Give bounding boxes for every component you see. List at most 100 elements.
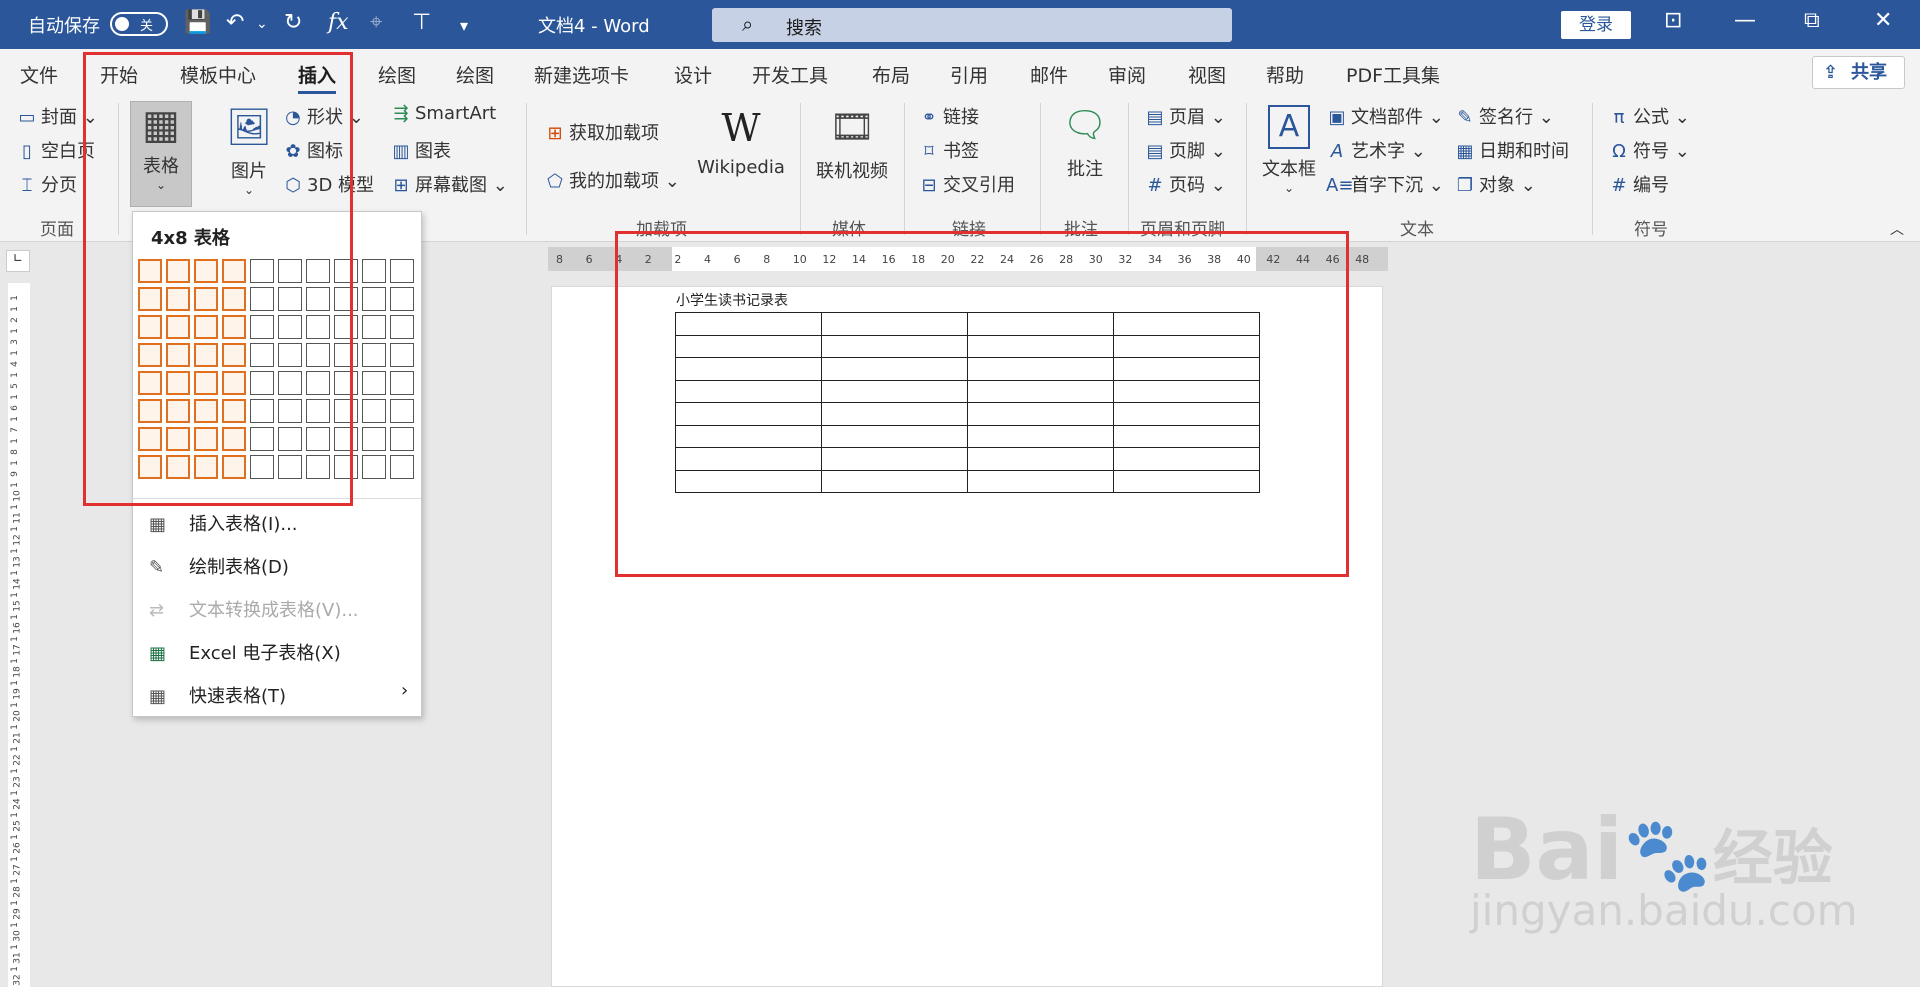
object-button[interactable]: ❐ 对象 ⌄	[1454, 171, 1536, 197]
excel-table-item[interactable]: ▦ Excel 电子表格(X)	[149, 639, 341, 665]
header-label: 页眉	[1169, 107, 1205, 128]
ribbon-display-icon[interactable]: ⊡	[1664, 8, 1682, 33]
vruler-tick-label: 6	[9, 405, 20, 411]
undo-icon[interactable]: ↶	[226, 10, 244, 35]
tab-layout[interactable]: 布局	[872, 61, 910, 88]
dropcap-button[interactable]: A≡首字下沉 ⌄	[1326, 171, 1444, 197]
grid-cell[interactable]	[362, 399, 386, 423]
quick-table-icon: ▦	[149, 686, 167, 707]
equation-label: 公式	[1633, 107, 1669, 128]
signature-line-button[interactable]: ✎ 签名行 ⌄	[1454, 103, 1553, 129]
wordart-button[interactable]: 𝘈 艺术字 ⌄	[1326, 137, 1426, 163]
tab-draw-1[interactable]: 绘图	[378, 61, 416, 88]
draw-table-icon: ✎	[149, 557, 165, 578]
get-addins-button[interactable]: ⊞ 获取加载项	[544, 119, 659, 145]
vruler-tick-label: 10	[12, 490, 23, 502]
text-to-table-item[interactable]: ⇄ 文本转换成表格(V)...	[149, 596, 359, 622]
footer-button[interactable]: ▤ 页脚 ⌄	[1144, 137, 1225, 163]
link-button[interactable]: ⚭ 链接	[918, 103, 979, 129]
grid-cell[interactable]	[390, 427, 414, 451]
number-button[interactable]: # 编号	[1608, 171, 1669, 197]
smartart-button[interactable]: ⇶ SmartArt	[390, 103, 496, 124]
redo-icon[interactable]: ↻	[284, 10, 302, 35]
symbol-button[interactable]: Ω 符号 ⌄	[1608, 137, 1690, 163]
text-to-table-icon: ⇄	[149, 600, 165, 621]
search-box[interactable]: ⌕ 搜索	[712, 8, 1232, 42]
grid-cell[interactable]	[362, 315, 386, 339]
grid-cell[interactable]	[390, 259, 414, 283]
org-chart-icon[interactable]: ⊤	[412, 10, 431, 35]
grid-cell[interactable]	[390, 371, 414, 395]
tab-draw-2[interactable]: 绘图	[456, 61, 494, 88]
function-icon[interactable]: fx	[328, 10, 349, 35]
share-button[interactable]: ⇪ 共享	[1812, 56, 1905, 89]
wordart-label: 艺术字	[1351, 141, 1405, 162]
group-separator	[1040, 103, 1041, 235]
grid-cell[interactable]	[362, 455, 386, 479]
bookmark-icon: ⌑	[924, 141, 934, 162]
bookmark-button[interactable]: ⌑ 书签	[918, 137, 979, 163]
tab-developer[interactable]: 开发工具	[752, 61, 828, 88]
grid-cell[interactable]	[390, 315, 414, 339]
vruler-tick-label: 22	[12, 754, 23, 766]
grid-cell[interactable]	[362, 343, 386, 367]
vruler-tick-label: 26	[12, 842, 23, 854]
textbox-button[interactable]: A 文本框 ⌄	[1256, 105, 1322, 195]
tab-references[interactable]: 引用	[950, 61, 988, 88]
tab-view[interactable]: 视图	[1188, 61, 1226, 88]
vruler-tick-label: 29	[12, 908, 23, 920]
tab-mailings[interactable]: 邮件	[1030, 61, 1068, 88]
save-icon[interactable]: 💾	[184, 10, 211, 35]
minimize-icon[interactable]: —	[1734, 8, 1756, 33]
undo-dropdown-icon[interactable]: ⌄	[256, 16, 268, 32]
tab-help[interactable]: 帮助	[1266, 61, 1304, 88]
autosave-toggle[interactable]: 关	[110, 12, 168, 36]
insert-table-item[interactable]: ▦ 插入表格(I)...	[149, 510, 298, 536]
grid-cell[interactable]	[390, 287, 414, 311]
tab-file[interactable]: 文件	[20, 61, 58, 88]
grid-cell[interactable]	[390, 399, 414, 423]
grid-cell[interactable]	[390, 343, 414, 367]
my-addins-button[interactable]: ⬠ 我的加载项 ⌄	[544, 167, 680, 193]
quick-table-item[interactable]: ▦ 快速表格(T)	[149, 682, 286, 708]
equation-button[interactable]: π 公式 ⌄	[1608, 103, 1690, 129]
wikipedia-button[interactable]: W Wikipedia	[696, 105, 786, 178]
vruler-tick-label: 1	[9, 834, 20, 840]
my-addins-icon: ⬠	[547, 171, 563, 192]
vruler-tick-label: 31	[12, 952, 23, 964]
tab-stop-selector[interactable]: ∟	[6, 250, 30, 272]
comment-label: 批注	[1067, 159, 1103, 180]
collapse-ribbon-icon[interactable]: ︿	[1890, 219, 1904, 239]
customize-toolbar-icon[interactable]: ▾	[460, 16, 468, 35]
draw-table-item[interactable]: ✎ 绘制表格(D)	[149, 553, 289, 579]
tab-new-tab[interactable]: 新建选项卡	[534, 61, 629, 88]
vertical-ruler[interactable]: 1 1 2 1 3 1 4 1 5 1 6 1 7 1 8 1 9 1 10 1 11 1 12 1 13 1 14 1 15 1 16 1 1…	[8, 283, 30, 987]
touch-mode-icon[interactable]: ⌖	[370, 10, 382, 35]
page-number-button[interactable]: # 页码 ⌄	[1144, 171, 1225, 197]
textbox-label: 文本框	[1262, 159, 1316, 180]
tab-design[interactable]: 设计	[674, 61, 712, 88]
textbox-icon: A	[1268, 105, 1310, 149]
page-break-button[interactable]: ⌶ 分页	[16, 171, 77, 197]
maximize-icon[interactable]: ⧉	[1804, 8, 1820, 33]
datetime-button[interactable]: ▦ 日期和时间	[1454, 137, 1569, 163]
comment-button[interactable]: 🗨 批注	[1052, 103, 1118, 181]
online-video-button[interactable]: 🎞 联机视频	[812, 105, 892, 183]
tab-review[interactable]: 审阅	[1108, 61, 1146, 88]
grid-cell[interactable]	[362, 427, 386, 451]
header-button[interactable]: ▤ 页眉 ⌄	[1144, 103, 1225, 129]
grid-cell[interactable]	[362, 259, 386, 283]
quickparts-button[interactable]: ▣ 文档部件 ⌄	[1326, 103, 1443, 129]
grid-cell[interactable]	[362, 287, 386, 311]
crossref-button[interactable]: ⊟ 交叉引用	[918, 171, 1015, 197]
baidu-watermark: Bai🐾经验 jingyan.baidu.com	[1470, 800, 1900, 970]
screenshot-button[interactable]: ⊞ 屏幕截图 ⌄	[390, 171, 507, 197]
tab-pdf-tools[interactable]: PDF工具集	[1346, 61, 1440, 88]
login-button[interactable]: 登录	[1561, 11, 1631, 39]
grid-cell[interactable]	[390, 455, 414, 479]
close-icon[interactable]: ✕	[1874, 8, 1892, 33]
ruler-tick-label: 8	[556, 253, 563, 266]
cover-icon: ▭	[18, 107, 36, 128]
grid-cell[interactable]	[362, 371, 386, 395]
chart-button[interactable]: ▥ 图表	[390, 137, 451, 163]
